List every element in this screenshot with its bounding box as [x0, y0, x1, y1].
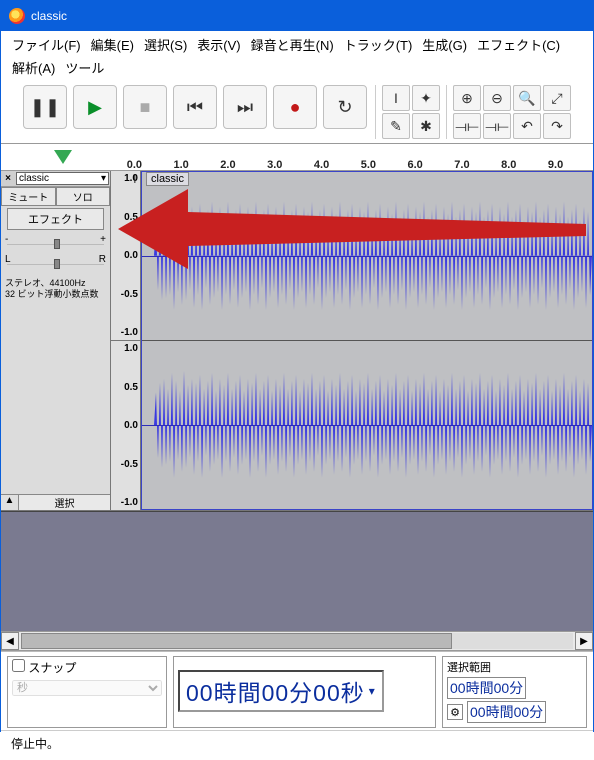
skip-end-button[interactable]: ⏭ — [223, 85, 267, 129]
record-button[interactable]: ● — [273, 85, 317, 129]
gain-slider[interactable]: - + — [7, 236, 104, 252]
track-select-button[interactable]: 選択 — [19, 495, 110, 510]
playhead-cell — [1, 150, 125, 164]
menu-tools[interactable]: ツール — [60, 56, 109, 79]
status-text: 停止中。 — [11, 737, 59, 751]
snap-checkbox[interactable]: スナップ — [12, 661, 76, 675]
horizontal-scrollbar[interactable]: ◀ ▶ — [1, 631, 593, 651]
track-name-dropdown[interactable]: classic ▾ — [16, 172, 109, 185]
scrollbar-track[interactable] — [21, 633, 573, 649]
edit-tools: I ✦ ✎ ✱ — [375, 85, 440, 139]
snap-unit-select[interactable]: 秒 — [12, 680, 162, 696]
zoom-fit-icon[interactable]: ⤢ — [543, 85, 571, 111]
menu-effect[interactable]: エフェクト(C) — [472, 33, 565, 56]
time-panel: 00時間00分00秒 ▾ — [173, 656, 436, 728]
selection-start-field[interactable]: 00時間00分 — [447, 677, 526, 699]
redo-icon[interactable]: ↷ — [543, 113, 571, 139]
toolbar: ❚❚ ▶ ■ ⏮ ⏭ ● ↻ I ✦ ✎ ✱ ⊕ ⊖ 🔍 ⤢ ⟞⟝ ⟞⟝ ↶ ↷ — [1, 83, 593, 143]
stop-button[interactable]: ■ — [123, 85, 167, 129]
waveform-left-channel[interactable] — [142, 172, 592, 341]
pause-button[interactable]: ❚❚ — [23, 85, 67, 129]
tick: 8.0 — [501, 159, 516, 171]
tick: 3.0 — [267, 159, 282, 171]
app-icon — [9, 8, 25, 24]
selection-end-field[interactable]: 00時間00分 — [467, 701, 546, 723]
menu-generate[interactable]: 生成(G) — [417, 33, 472, 56]
tracks-area: × classic ▾ ミュート ソロ エフェクト - + L R ステレオ、4… — [1, 171, 593, 511]
tick: 1.0 — [174, 159, 189, 171]
time-display[interactable]: 00時間00分00秒 ▾ — [178, 670, 384, 712]
slider-thumb[interactable] — [54, 259, 60, 269]
mute-button[interactable]: ミュート — [1, 187, 56, 206]
play-button[interactable]: ▶ — [73, 85, 117, 129]
gear-icon[interactable]: ⚙ — [447, 704, 463, 720]
tick: 7.0 — [454, 159, 469, 171]
trim-icon[interactable]: ⟞⟝ — [453, 113, 481, 139]
empty-track-area[interactable] — [1, 511, 593, 631]
status-bar: 停止中。 — [1, 730, 593, 760]
silence-icon[interactable]: ⟞⟝ — [483, 113, 511, 139]
bottom-dock: スナップ 秒 00時間00分00秒 ▾ 選択範囲 00時間00分 ⚙ 00時間0… — [1, 651, 593, 730]
amplitude-scale: 1.0 0.5 0.0 -0.5 -1.0 1.0 0.5 0.0 -0.5 -… — [111, 171, 141, 510]
selection-panel: 選択範囲 00時間00分 ⚙ 00時間00分 — [442, 656, 587, 728]
envelope-tool-icon[interactable]: ✦ — [412, 85, 440, 111]
scroll-right-button[interactable]: ▶ — [575, 632, 593, 650]
snap-panel: スナップ 秒 — [7, 656, 167, 728]
scroll-left-button[interactable]: ◀ — [1, 632, 19, 650]
playhead-icon[interactable] — [54, 150, 72, 164]
zoom-out-icon[interactable]: ⊖ — [483, 85, 511, 111]
menu-file[interactable]: ファイル(F) — [7, 33, 86, 56]
snap-checkbox-input[interactable] — [12, 659, 25, 672]
selection-tool-icon[interactable]: I — [382, 85, 410, 111]
menu-analyze[interactable]: 解析(A) — [7, 56, 60, 79]
menu-tracks[interactable]: トラック(T) — [339, 33, 418, 56]
track-format-info: ステレオ、44100Hz 32 ビット浮動小数点数 — [5, 278, 106, 300]
pan-right-label: R — [99, 254, 106, 265]
pan-left-label: L — [5, 254, 11, 265]
timeline-ruler[interactable]: 0.0 1.0 2.0 3.0 4.0 5.0 6.0 7.0 8.0 9.0 — [1, 143, 593, 171]
clip-title[interactable]: classic — [146, 172, 189, 186]
pan-slider[interactable]: L R — [7, 256, 104, 272]
tick: 4.0 — [314, 159, 329, 171]
loop-button[interactable]: ↻ — [323, 85, 367, 129]
slider-thumb[interactable] — [54, 239, 60, 249]
track-control-panel: × classic ▾ ミュート ソロ エフェクト - + L R ステレオ、4… — [1, 171, 111, 510]
multi-tool-icon[interactable]: ✱ — [412, 113, 440, 139]
waveform-right-channel[interactable] — [142, 341, 592, 510]
track-name-label: classic — [19, 173, 49, 184]
menu-bar: ファイル(F) 編集(E) 選択(S) 表示(V) 録音と再生(N) トラック(… — [1, 31, 593, 83]
menu-view[interactable]: 表示(V) — [192, 33, 245, 56]
tick: 6.0 — [408, 159, 423, 171]
waveform-area[interactable]: classic — [141, 171, 593, 510]
skip-start-button[interactable]: ⏮ — [173, 85, 217, 129]
title-bar: classic — [1, 1, 593, 31]
solo-button[interactable]: ソロ — [56, 187, 111, 206]
zoom-in-icon[interactable]: ⊕ — [453, 85, 481, 111]
window-title: classic — [31, 9, 67, 23]
gain-minus-icon: - — [5, 234, 8, 245]
menu-edit[interactable]: 編集(E) — [86, 33, 139, 56]
transport-controls: ❚❚ ▶ ■ ⏮ ⏭ ● ↻ — [23, 85, 367, 129]
chevron-down-icon: ▾ — [101, 173, 106, 184]
effects-button[interactable]: エフェクト — [7, 208, 104, 230]
draw-tool-icon[interactable]: ✎ — [382, 113, 410, 139]
chevron-down-icon[interactable]: ▾ — [369, 684, 376, 698]
zoom-selection-icon[interactable]: 🔍 — [513, 85, 541, 111]
tick: 2.0 — [220, 159, 235, 171]
menu-transport[interactable]: 録音と再生(N) — [246, 33, 339, 56]
scrollbar-thumb[interactable] — [21, 633, 452, 649]
tick: 9.0 — [548, 159, 563, 171]
menu-select[interactable]: 選択(S) — [139, 33, 192, 56]
track-collapse-button[interactable]: ▲ — [1, 495, 19, 510]
undo-icon[interactable]: ↶ — [513, 113, 541, 139]
gain-plus-icon: + — [100, 234, 106, 245]
selection-label: 選択範囲 — [447, 659, 582, 675]
track-close-button[interactable]: × — [1, 173, 15, 184]
zoom-tools: ⊕ ⊖ 🔍 ⤢ ⟞⟝ ⟞⟝ ↶ ↷ — [446, 85, 571, 139]
tick: 0.0 — [127, 159, 142, 171]
tick: 5.0 — [361, 159, 376, 171]
